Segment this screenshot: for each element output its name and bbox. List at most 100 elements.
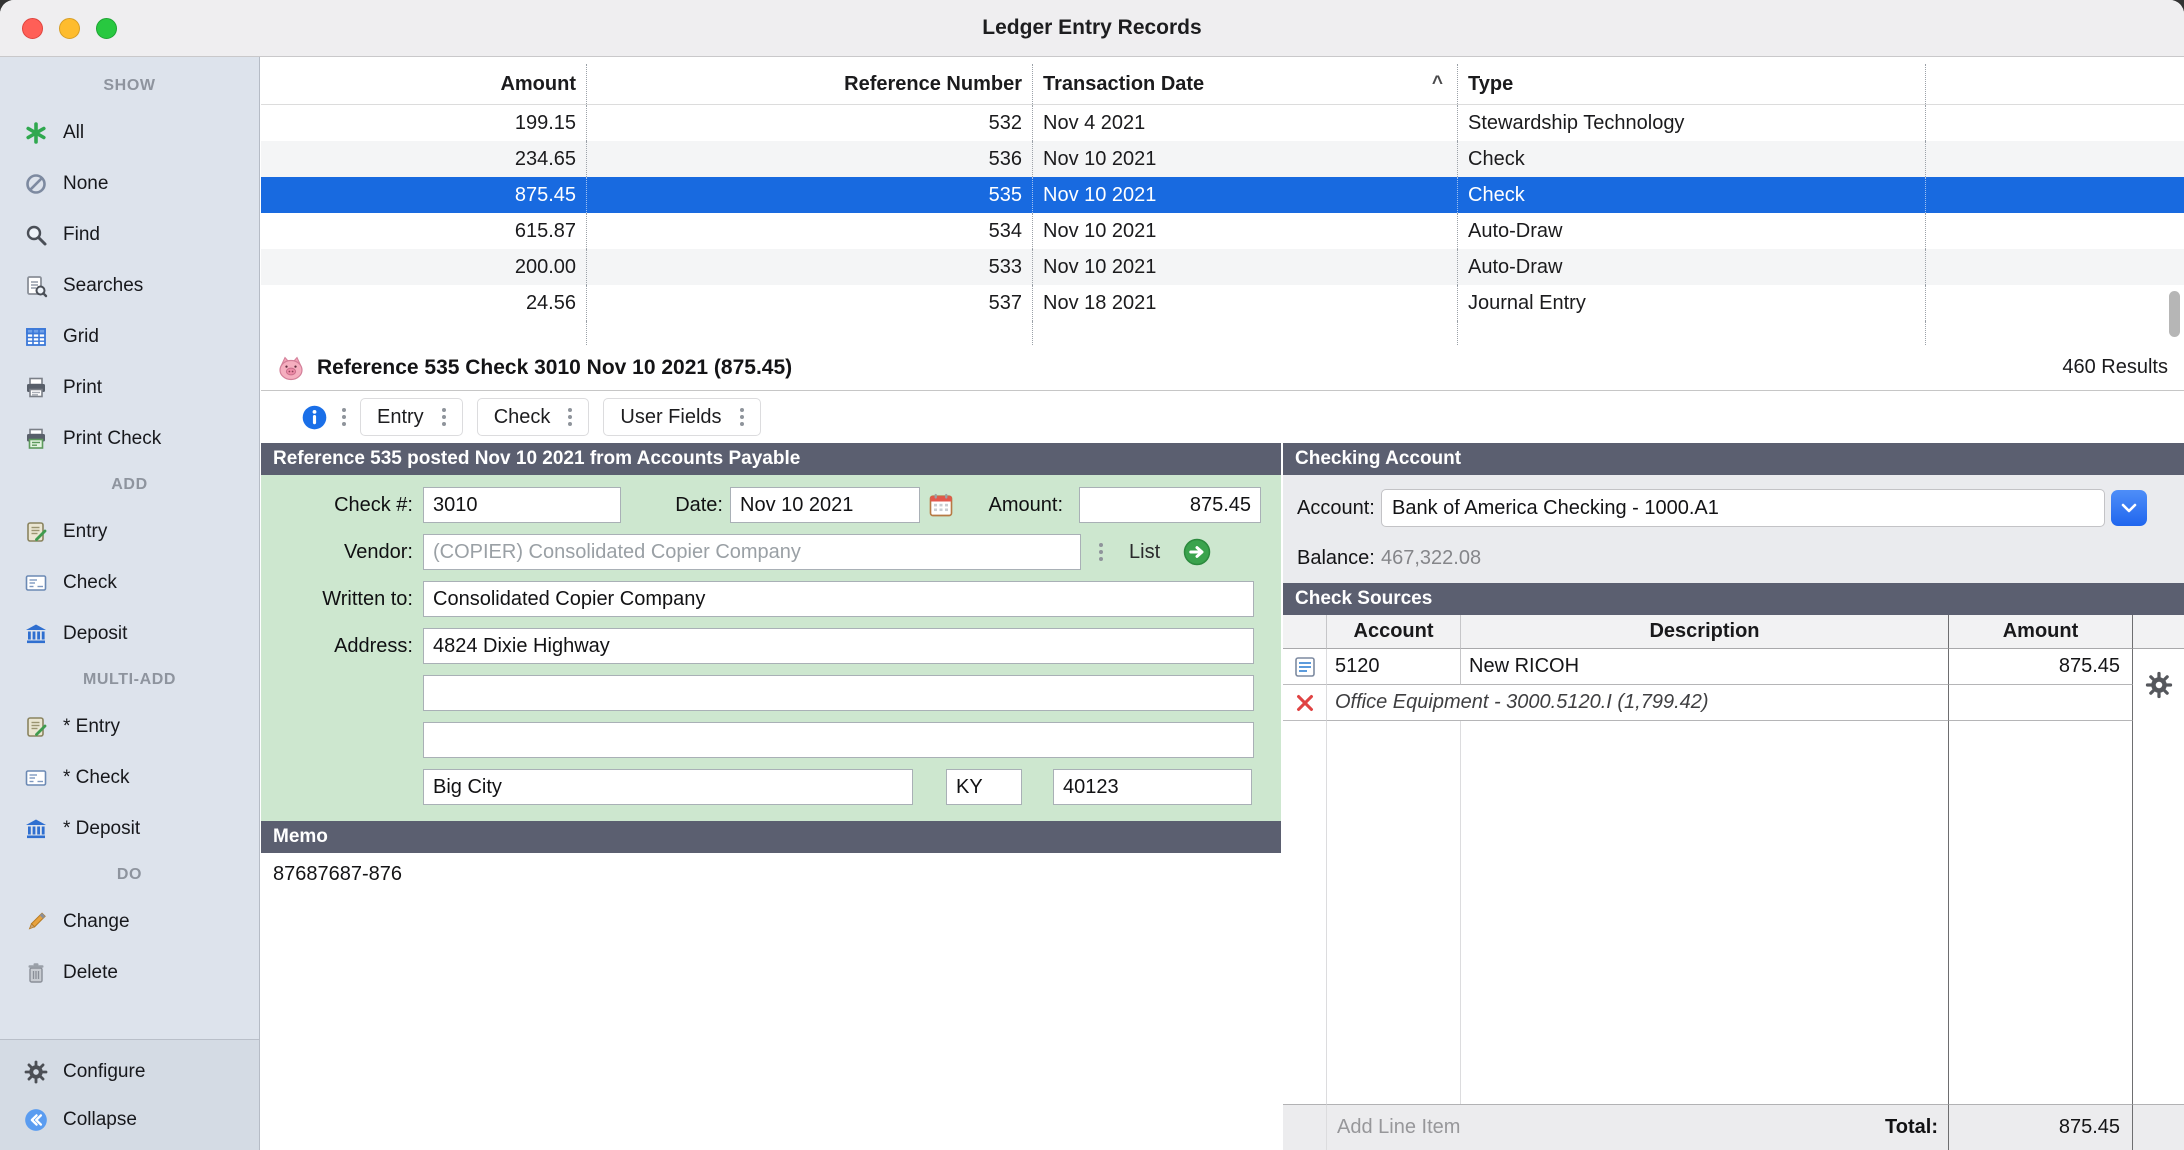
tab-bar: Entry Check User Fields xyxy=(261,391,2184,443)
sidebar-item-searches[interactable]: Searches xyxy=(0,260,259,311)
none-icon xyxy=(22,170,49,197)
sidebar-item-entry[interactable]: Entry xyxy=(0,506,259,557)
table-row[interactable]: 199.15 532 Nov 4 2021 Stewardship Techno… xyxy=(261,105,2184,141)
cell-blank xyxy=(1926,249,2184,285)
cs-header-gear-col xyxy=(2133,615,2184,649)
line-item-description[interactable]: New RICOH xyxy=(1461,649,1949,685)
vendor-go-icon[interactable] xyxy=(1182,537,1212,567)
app-window: Ledger Entry Records SHOW All None xyxy=(0,0,2184,1150)
checking-account-area: Account: Bank of America Checking - 1000… xyxy=(1283,475,2184,583)
written-to-input[interactable]: Consolidated Copier Company xyxy=(423,581,1254,617)
check-doc-icon xyxy=(22,569,49,596)
tab-check-menu-icon[interactable] xyxy=(568,408,572,426)
sidebar-item-check[interactable]: Check xyxy=(0,557,259,608)
tab-user-fields[interactable]: User Fields xyxy=(603,398,760,436)
sidebar-item-label: Find xyxy=(63,224,100,246)
address-line3-input[interactable] xyxy=(423,722,1254,758)
sidebar-item-deposit[interactable]: Deposit xyxy=(0,608,259,659)
table-row[interactable]: 615.87 534 Nov 10 2021 Auto-Draw xyxy=(261,213,2184,249)
sidebar-item-none[interactable]: None xyxy=(0,158,259,209)
sidebar-item-collapse[interactable]: Collapse xyxy=(0,1096,259,1144)
line-item-icon[interactable] xyxy=(1283,649,1327,685)
cell-blank xyxy=(1926,321,2184,345)
cs-filler xyxy=(1461,721,1949,1104)
vendor-input[interactable]: (COPIER) Consolidated Copier Company xyxy=(423,534,1081,570)
address-line2-input[interactable] xyxy=(423,675,1254,711)
line-item-amount[interactable]: 875.45 xyxy=(1949,649,2133,685)
sidebar-item-find[interactable]: Find xyxy=(0,209,259,260)
account-select[interactable]: Bank of America Checking - 1000.A1 xyxy=(1381,489,2105,527)
vertical-scrollbar[interactable] xyxy=(2169,291,2180,337)
date-label: Date: xyxy=(643,494,723,517)
table-row[interactable]: 234.65 536 Nov 10 2021 Check xyxy=(261,141,2184,177)
sidebar-item-label: Change xyxy=(63,911,130,933)
sidebar-item-grid[interactable]: Grid xyxy=(0,311,259,362)
tab-check[interactable]: Check xyxy=(477,398,590,436)
table-row[interactable]: 200.00 533 Nov 10 2021 Auto-Draw xyxy=(261,249,2184,285)
total-label: Total: xyxy=(1885,1116,1948,1139)
table-row-selected[interactable]: 875.45 535 Nov 10 2021 Check xyxy=(261,177,2184,213)
cell-reference: 535 xyxy=(587,177,1033,213)
vendor-list-label[interactable]: List xyxy=(1129,541,1160,564)
line-item-account[interactable]: 5120 xyxy=(1327,649,1461,685)
amount-input[interactable]: 875.45 xyxy=(1079,487,1261,523)
account-dropdown-button[interactable] xyxy=(2111,490,2147,526)
zoom-window-button[interactable] xyxy=(96,18,117,39)
memo-text[interactable]: 87687687-876 xyxy=(261,853,1281,896)
written-to-label: Written to: xyxy=(261,588,413,611)
sidebar-item-all[interactable]: All xyxy=(0,107,259,158)
total-value: 875.45 xyxy=(1949,1104,2133,1150)
sidebar-item-multi-check[interactable]: * Check xyxy=(0,752,259,803)
check-number-input[interactable]: 3010 xyxy=(423,487,621,523)
table-row[interactable]: 24.56 537 Nov 18 2021 Journal Entry xyxy=(261,285,2184,321)
sidebar-item-multi-deposit[interactable]: * Deposit xyxy=(0,803,259,854)
column-header-amount[interactable]: Amount xyxy=(261,64,587,104)
line-item-gear-icon[interactable] xyxy=(2133,649,2184,721)
tab-user-fields-menu-icon[interactable] xyxy=(740,408,744,426)
info-menu-icon[interactable] xyxy=(342,408,346,426)
cell-type: Journal Entry xyxy=(1458,285,1926,321)
cs-footer-icon-col xyxy=(1283,1104,1327,1150)
info-icon[interactable] xyxy=(301,404,328,431)
column-header-reference-number[interactable]: Reference Number xyxy=(587,64,1033,104)
cell-blank xyxy=(261,321,587,345)
sidebar-item-print-check[interactable]: Print Check xyxy=(0,413,259,464)
close-window-button[interactable] xyxy=(22,18,43,39)
vendor-menu-icon[interactable] xyxy=(1099,543,1103,561)
remove-line-item-icon[interactable] xyxy=(1283,685,1327,721)
sidebar-section-add: ADD xyxy=(0,464,259,506)
cell-amount: 200.00 xyxy=(261,249,587,285)
date-input[interactable]: Nov 10 2021 xyxy=(730,487,920,523)
sidebar: SHOW All None Find xyxy=(0,57,260,1150)
sidebar-item-print[interactable]: Print xyxy=(0,362,259,413)
sidebar-section-show: SHOW xyxy=(0,65,259,107)
address-line1-input[interactable]: 4824 Dixie Highway xyxy=(423,628,1254,664)
minimize-window-button[interactable] xyxy=(59,18,80,39)
sidebar-item-label: Print Check xyxy=(63,428,161,450)
city-input[interactable]: Big City xyxy=(423,769,913,805)
state-input[interactable]: KY xyxy=(946,769,1022,805)
ledger-icon xyxy=(22,713,49,740)
column-header-type[interactable]: Type xyxy=(1458,64,1926,104)
column-header-transaction-date[interactable]: Transaction Date ^ xyxy=(1033,64,1458,104)
sidebar-item-configure[interactable]: Configure xyxy=(0,1048,259,1096)
calendar-icon[interactable] xyxy=(927,491,955,519)
window-title: Ledger Entry Records xyxy=(0,16,2184,40)
sidebar-item-label: Grid xyxy=(63,326,99,348)
cs-header-amount: Amount xyxy=(1949,615,2133,649)
cell-blank xyxy=(587,321,1033,345)
add-line-item-button[interactable]: Add Line Item xyxy=(1337,1116,1460,1139)
tab-entry[interactable]: Entry xyxy=(360,398,463,436)
sidebar-item-delete[interactable]: Delete xyxy=(0,947,259,998)
sidebar-item-multi-entry[interactable]: * Entry xyxy=(0,701,259,752)
tab-entry-menu-icon[interactable] xyxy=(442,408,446,426)
sidebar-item-change[interactable]: Change xyxy=(0,896,259,947)
zip-input[interactable]: 40123 xyxy=(1053,769,1252,805)
tab-label: User Fields xyxy=(620,406,721,429)
form-row-city-state-zip: Big City KY 40123 xyxy=(261,769,1281,805)
sidebar-item-label: Check xyxy=(63,572,117,594)
balance-value: 467,322.08 xyxy=(1381,547,1481,570)
line-item-source-note: Office Equipment - 3000.5120.I (1,799.42… xyxy=(1327,685,1949,721)
cell-blank xyxy=(1033,321,1458,345)
cs-header-account: Account xyxy=(1327,615,1461,649)
